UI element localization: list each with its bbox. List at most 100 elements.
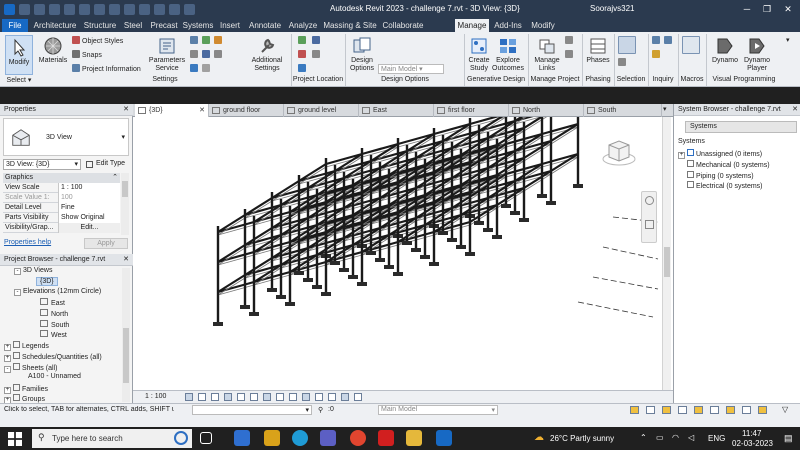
view-tab-first-floor[interactable]: first floor: [434, 104, 509, 117]
selection-icons[interactable]: [618, 36, 642, 74]
analytical-model-icon[interactable]: [328, 393, 336, 401]
main-model-select[interactable]: Main Model ▾: [378, 64, 444, 74]
select-by-face-icon[interactable]: [678, 406, 687, 414]
structural-settings-icon[interactable]: [214, 50, 222, 58]
tree-item[interactable]: - Elevations (12mm Circle): [14, 288, 101, 296]
tab-modify[interactable]: Modify: [527, 19, 559, 32]
tree-item[interactable]: North: [40, 309, 68, 318]
apply-button[interactable]: Apply: [84, 238, 128, 249]
save-icon[interactable]: [34, 4, 45, 15]
print-icon[interactable]: [79, 4, 90, 15]
canvas-scrollbar[interactable]: [662, 117, 671, 390]
drawing-canvas[interactable]: [133, 88, 673, 390]
text-icon[interactable]: [109, 4, 120, 15]
expand-icon[interactable]: +: [4, 387, 11, 394]
ribbon-options-icon[interactable]: ▾: [786, 36, 790, 44]
wifi-icon[interactable]: ◠: [672, 433, 679, 442]
additional-settings-button[interactable]: Additional Settings: [248, 36, 286, 73]
dynamo-player-button[interactable]: Dynamo Player: [740, 36, 774, 73]
view-selector[interactable]: 3D View: {3D} ▾: [3, 159, 81, 170]
select-pinned-icon[interactable]: [662, 406, 671, 414]
temporary-view-icon[interactable]: [315, 393, 323, 401]
section-icon[interactable]: [139, 4, 150, 15]
parameters-service-button[interactable]: Parameters Service: [148, 36, 186, 73]
panel-schedule-icon[interactable]: [202, 64, 210, 72]
temporary-hide-icon[interactable]: [289, 393, 297, 401]
expand-icon[interactable]: +: [4, 344, 11, 351]
properties-scrollbar[interactable]: [121, 173, 129, 235]
macros-icons[interactable]: [682, 36, 706, 74]
files-icon[interactable]: [406, 430, 422, 446]
network-icon[interactable]: ▭: [656, 433, 664, 442]
property-row[interactable]: View Scale 1 : 100: [3, 183, 120, 193]
quick-access-toolbar[interactable]: [2, 0, 197, 17]
tree-item[interactable]: + Families: [4, 384, 48, 394]
object-styles-button[interactable]: Object Styles: [72, 36, 123, 45]
close-icon[interactable]: ✕: [199, 104, 205, 117]
maximize-icon[interactable]: ❐: [760, 2, 774, 16]
acrobat-icon[interactable]: [378, 430, 394, 446]
scroll-thumb[interactable]: [664, 247, 670, 277]
properties-section-header[interactable]: Graphics ⌃: [3, 173, 120, 183]
explorer-icon[interactable]: [264, 430, 280, 446]
view-tabs-overflow-icon[interactable]: ▾: [663, 105, 667, 113]
tree-item[interactable]: A100 - Unnamed: [28, 373, 81, 380]
view-tab-north[interactable]: North: [509, 104, 584, 117]
system-item[interactable]: + Unassigned (0 items): [678, 149, 762, 159]
type-selector[interactable]: 3D View ▾: [3, 118, 129, 156]
global-parameters-icon[interactable]: [202, 36, 210, 44]
revit-taskbar-icon[interactable]: [436, 430, 452, 446]
shared-parameters-icon[interactable]: [190, 36, 198, 44]
collapse-icon[interactable]: -: [14, 268, 21, 275]
dynamo-button[interactable]: Dynamo: [710, 36, 740, 65]
filter-funnel-icon[interactable]: ▽: [782, 405, 788, 414]
close-views-icon[interactable]: [169, 4, 180, 15]
tab-analyze[interactable]: Analyze: [286, 19, 320, 32]
design-options-button[interactable]: Design Options: [348, 36, 376, 73]
weather-text[interactable]: 26°C Partly sunny: [550, 434, 614, 443]
settings-small-icons[interactable]: [190, 36, 240, 74]
tree-item-selected[interactable]: {3D}: [36, 277, 58, 286]
tree-item[interactable]: West: [40, 330, 67, 339]
project-browser-scrollbar[interactable]: [122, 268, 130, 402]
project-units-icon[interactable]: [202, 50, 210, 58]
chrome-icon[interactable]: [350, 430, 366, 446]
reveal-hidden-icon[interactable]: [302, 393, 310, 401]
sun-path-icon[interactable]: [211, 393, 219, 401]
create-study-button[interactable]: Create Study: [467, 36, 491, 73]
modify-button[interactable]: Modify: [5, 35, 33, 75]
user-account[interactable]: Soorajvs321: [590, 4, 634, 13]
press-drag-icon[interactable]: [742, 406, 751, 414]
tab-precast[interactable]: Precast: [148, 19, 180, 32]
level-line[interactable]: [592, 276, 659, 290]
viewcube[interactable]: [601, 137, 637, 167]
background-process-icon[interactable]: [710, 406, 719, 414]
tab-collaborate[interactable]: Collaborate: [380, 19, 426, 32]
property-row[interactable]: Visibility/Grap... Edit...: [3, 223, 120, 233]
tab-insert[interactable]: Insert: [216, 19, 244, 32]
tab-architecture[interactable]: Architecture: [30, 19, 80, 32]
decal-types-icon[interactable]: [565, 50, 573, 58]
steering-wheel-icon[interactable]: [645, 196, 654, 205]
collapse-icon[interactable]: -: [14, 289, 21, 296]
transfer-standards-icon[interactable]: [214, 36, 222, 44]
tab-annotate[interactable]: Annotate: [246, 19, 284, 32]
measure-icon[interactable]: [94, 4, 105, 15]
save-selection-icon[interactable]: [618, 36, 636, 54]
load-selection-icon[interactable]: [618, 58, 626, 66]
system-item[interactable]: Mechanical (0 systems): [687, 160, 770, 169]
filter-icon[interactable]: ⚲: [318, 406, 323, 414]
manage-links-button[interactable]: Manage Links: [532, 36, 562, 73]
view-tab-south[interactable]: South: [584, 104, 662, 117]
highlight-icon[interactable]: [341, 393, 349, 401]
design-option-select[interactable]: Main Model ▾: [378, 405, 498, 415]
tab-structure[interactable]: Structure: [81, 19, 119, 32]
view-tab-3d[interactable]: {3D} ✕: [135, 104, 209, 117]
taskbar-search-box[interactable]: ⚲ Type here to search: [32, 429, 192, 448]
project-information-button[interactable]: Project Information: [72, 64, 141, 73]
mep-settings-icon[interactable]: [190, 64, 198, 72]
phases-button[interactable]: Phases: [585, 36, 611, 65]
select-by-id-icon[interactable]: [664, 36, 672, 44]
undo-icon[interactable]: [49, 4, 60, 15]
tree-item[interactable]: East: [40, 298, 65, 307]
